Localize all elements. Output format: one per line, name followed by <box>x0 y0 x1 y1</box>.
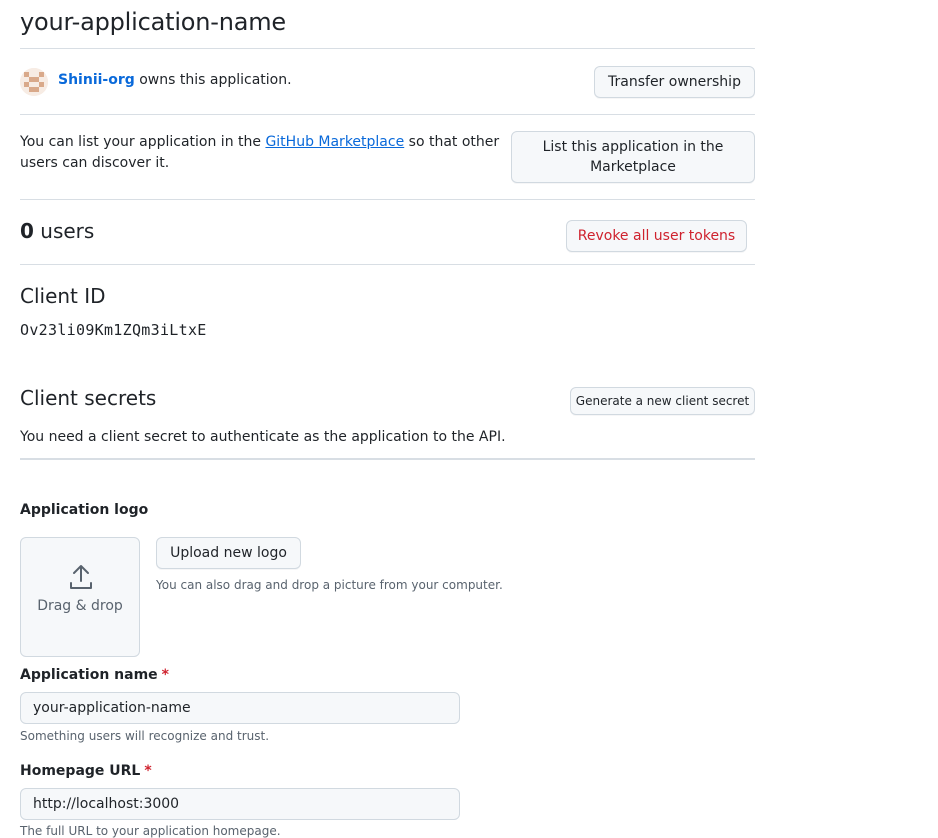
homepage-url-label: Homepage URL * <box>20 763 152 779</box>
required-marker: * <box>161 667 169 683</box>
divider <box>20 199 755 200</box>
owner-row: Shinii-org owns this application. Transf… <box>20 66 755 98</box>
generate-client-secret-button[interactable]: Generate a new client secret <box>570 387 755 415</box>
page-title: your-application-name <box>20 8 286 36</box>
list-in-marketplace-button[interactable]: List this application in the Marketplace <box>511 131 755 183</box>
divider <box>20 114 755 115</box>
revoke-user-tokens-button[interactable]: Revoke all user tokens <box>566 220 747 252</box>
application-logo-label: Application logo <box>20 502 149 518</box>
homepage-url-label-text: Homepage URL <box>20 763 141 779</box>
owner-text: Shinii-org owns this application. <box>58 72 292 88</box>
marketplace-description: You can list your application in the Git… <box>20 132 520 174</box>
client-secrets-description: You need a client secret to authenticate… <box>20 429 506 445</box>
identicon-avatar-icon <box>20 68 48 96</box>
application-name-label-text: Application name <box>20 667 158 683</box>
upload-logo-hint: You can also drag and drop a picture fro… <box>156 578 503 592</box>
divider <box>20 458 755 460</box>
logo-dropzone[interactable]: Drag & drop <box>20 537 140 657</box>
homepage-url-input[interactable]: http://localhost:3000 <box>20 788 460 820</box>
transfer-ownership-button[interactable]: Transfer ownership <box>594 66 755 98</box>
upload-logo-button[interactable]: Upload new logo <box>156 537 301 569</box>
avatar <box>20 68 48 96</box>
dropzone-text: Drag & drop <box>37 598 123 614</box>
required-marker: * <box>144 763 152 779</box>
owner-suffix: owns this application. <box>134 72 292 88</box>
application-name-hint: Something users will recognize and trust… <box>20 729 270 743</box>
application-name-input[interactable]: your-application-name <box>20 692 460 724</box>
users-count-number: 0 <box>20 219 34 243</box>
divider <box>20 264 755 265</box>
users-count-label: users <box>33 219 95 243</box>
divider <box>20 48 755 49</box>
marketplace-text-before: You can list your application in the <box>20 134 266 150</box>
marketplace-link[interactable]: GitHub Marketplace <box>265 134 404 150</box>
client-id-value: Ov23li09Km1ZQm3iLtxE <box>20 321 207 339</box>
client-secrets-heading: Client secrets <box>20 386 157 410</box>
client-id-heading: Client ID <box>20 284 106 308</box>
upload-icon <box>70 565 92 589</box>
owner-org-link[interactable]: Shinii-org <box>58 72 135 88</box>
users-count: 0 users <box>20 219 94 243</box>
application-name-label: Application name * <box>20 667 169 683</box>
